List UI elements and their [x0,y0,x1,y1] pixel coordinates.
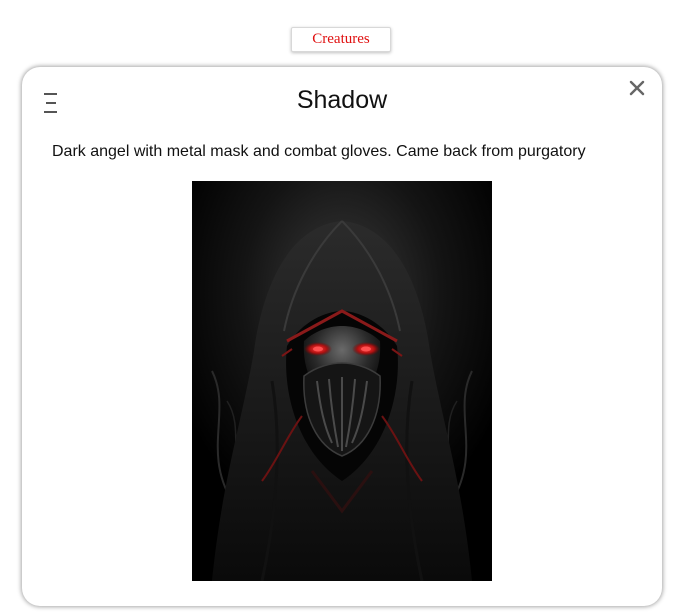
creature-card: Shadow Dark angel with metal mask and co… [22,67,662,606]
creature-description: Dark angel with metal mask and combat gl… [52,143,586,160]
creatures-tab-button[interactable]: Creatures [291,27,391,52]
creature-title: Shadow [296,86,388,114]
creature-image [192,181,492,581]
